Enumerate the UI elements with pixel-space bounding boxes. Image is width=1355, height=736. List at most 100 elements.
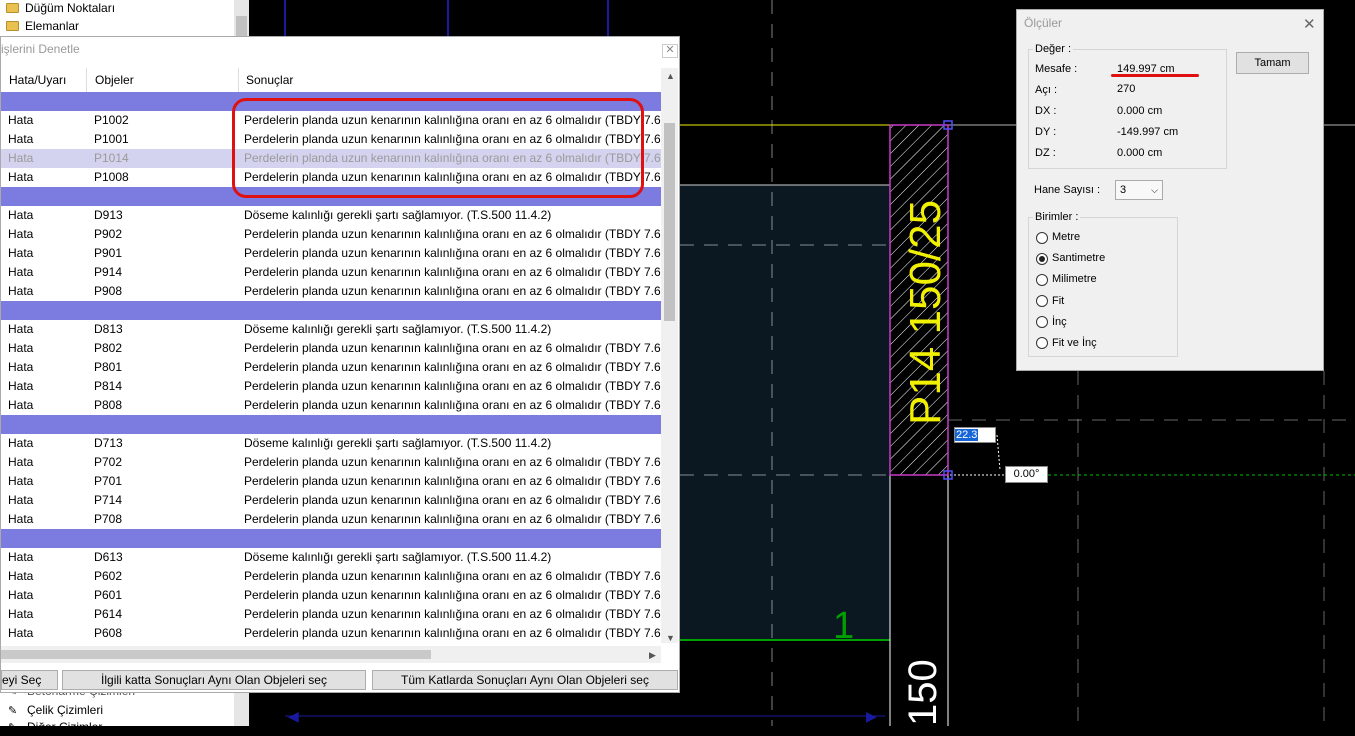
status-cell: Hata — [8, 227, 34, 241]
table-row[interactable]: Hata D913 Döseme kalınlığı gerekli şartı s… — [1, 206, 661, 225]
object-cell: P1008 — [94, 170, 129, 184]
table-row[interactable]: Hata P714 Perdelerin planda uzun kenarının… — [1, 491, 661, 510]
status-cell: Hata — [8, 569, 34, 583]
column-header-objects[interactable]: Objeler — [87, 68, 239, 92]
column-header-results[interactable]: Sonuçlar — [239, 68, 661, 92]
vertical-scroll-thumb[interactable] — [664, 123, 675, 321]
result-cell: Perdelerin planda uzun kenarının kalınlı… — [244, 379, 661, 393]
table-row[interactable]: Hata P702 Perdelerin planda uzun kenarının… — [1, 453, 661, 472]
table-row[interactable]: Hata P601 Perdelerin planda uzun kenarının… — [1, 586, 661, 605]
object-cell: P602 — [94, 569, 123, 583]
unit-label[interactable]: Metre — [1052, 231, 1080, 243]
length-input[interactable]: 22.3 — [954, 427, 996, 443]
result-cell: Perdelerin planda uzun kenarının kalınlı… — [244, 265, 661, 279]
close-icon[interactable]: ✕ — [1303, 15, 1316, 33]
axis-number: 1 — [833, 605, 854, 647]
groupbox-legend: Değer : — [1033, 43, 1074, 55]
table-row[interactable]: Hata P614 Perdelerin planda uzun kenarının… — [1, 605, 661, 624]
unit-radio-feet[interactable] — [1036, 295, 1048, 307]
object-cell: D813 — [94, 322, 123, 336]
unit-radio-metre[interactable] — [1036, 232, 1048, 244]
ok-button[interactable]: Tamam — [1236, 52, 1309, 74]
unit-label[interactable]: Milimetre — [1052, 273, 1097, 285]
table-row[interactable]: Hata P908 Perdelerin planda uzun kenarının… — [1, 282, 661, 301]
result-cell: Döseme kalınlığı gerekli şartı sağlamıyo… — [244, 208, 552, 222]
unit-radio-inch[interactable] — [1036, 316, 1048, 328]
tree-item-other-drawings[interactable]: ✎ Diğer Çizimler — [8, 718, 102, 736]
select-same-floor-button[interactable]: İlgili katta Sonuçları Aynı Olan Objeler… — [62, 670, 366, 690]
table-row[interactable]: Hata D613 Döseme kalınlığı gerekli şartı s… — [1, 548, 661, 567]
result-cell: Perdelerin planda uzun kenarının kalınlı… — [244, 455, 661, 469]
table-row[interactable]: Hata P708 Perdelerin planda uzun kenarının… — [1, 510, 661, 529]
dz-label: DZ : — [1035, 147, 1056, 159]
length-input-value: 22.3 — [955, 429, 979, 441]
status-cell: Hata — [8, 607, 34, 621]
select-object-button[interactable]: eyi Seç — [1, 670, 58, 690]
scroll-up-icon[interactable]: ▲ — [666, 71, 675, 81]
unit-label[interactable]: Santimetre — [1052, 252, 1105, 264]
status-cell: Hata — [8, 379, 34, 393]
result-cell: Perdelerin planda uzun kenarının kalınlı… — [244, 227, 661, 241]
unit-radio-centimetre[interactable] — [1036, 253, 1048, 265]
scroll-right-icon[interactable]: ▶ — [649, 650, 656, 661]
digits-select[interactable]: 3 ⌵ — [1115, 180, 1163, 200]
object-cell: P808 — [94, 398, 123, 412]
tree-scrollbar[interactable] — [234, 690, 249, 726]
object-cell: P814 — [94, 379, 123, 393]
unit-label[interactable]: Fit — [1052, 295, 1064, 307]
object-cell: D713 — [94, 436, 123, 450]
horizontal-scroll-thumb[interactable] — [1, 650, 431, 659]
unit-radio-millimetre[interactable] — [1036, 274, 1048, 286]
object-cell: D613 — [94, 550, 123, 564]
object-cell: D913 — [94, 208, 123, 222]
slab-region — [680, 185, 890, 640]
table-row[interactable]: Hata P801 Perdelerin planda uzun kenarının… — [1, 358, 661, 377]
tree-item-nodes[interactable]: Düğüm Noktaları — [6, 0, 115, 17]
table-row[interactable]: Hata P602 Perdelerin planda uzun kenarının… — [1, 567, 661, 586]
table-row[interactable]: Hata P608 Perdelerin planda uzun kenarının… — [1, 624, 661, 643]
close-icon[interactable]: ✕ — [662, 44, 678, 58]
unit-radio-feet-inch[interactable] — [1036, 337, 1048, 349]
check-results-dialog: işlerini Denetle Hata/Uyarı Objeler Sonu… — [0, 36, 680, 693]
status-cell: Hata — [8, 322, 34, 336]
result-cell: Perdelerin planda uzun kenarının kalınlı… — [244, 360, 661, 374]
tree-item-elements[interactable]: Elemanlar — [6, 17, 79, 35]
status-cell: Hata — [8, 341, 34, 355]
table-row[interactable]: Hata P901 Perdelerin planda uzun kenarının… — [1, 244, 661, 263]
group-separator-row — [1, 415, 661, 434]
tree-item-label: Diğer Çizimler — [27, 720, 103, 734]
tree-item-steel-drawings[interactable]: ✎ Çelik Çizimleri — [8, 701, 103, 719]
object-cell: P901 — [94, 246, 123, 260]
result-cell: Perdelerin planda uzun kenarının kalınlı… — [244, 512, 661, 526]
result-cell: Perdelerin planda uzun kenarının kalınlı… — [244, 493, 661, 507]
table-row[interactable]: Hata P701 Perdelerin planda uzun kenarının… — [1, 472, 661, 491]
table-row[interactable]: Hata P808 Perdelerin planda uzun kenarının… — [1, 396, 661, 415]
table-row[interactable]: Hata P914 Perdelerin planda uzun kenarının… — [1, 263, 661, 282]
result-cell: Perdelerin planda uzun kenarının kalınlı… — [244, 569, 661, 583]
table-row[interactable]: Hata P814 Perdelerin planda uzun kenarının… — [1, 377, 661, 396]
table-row[interactable]: Hata D713 Döseme kalınlığı gerekli şartı s… — [1, 434, 661, 453]
column-header-status[interactable]: Hata/Uyarı — [1, 68, 87, 92]
digits-value: 3 — [1120, 184, 1127, 196]
unit-label[interactable]: Fit ve İnç — [1052, 337, 1097, 349]
scroll-down-icon[interactable]: ▼ — [666, 633, 675, 643]
object-cell: P701 — [94, 474, 123, 488]
wall-label: P14 150/25 — [901, 200, 950, 425]
unit-label[interactable]: İnç — [1052, 316, 1067, 328]
annotation-highlight-box — [232, 98, 644, 198]
tree-scrollbar[interactable] — [234, 0, 249, 36]
dialog-title: Ölçüler — [1024, 16, 1063, 30]
tree-scroll-thumb[interactable] — [236, 16, 247, 36]
table-row[interactable]: Hata P902 Perdelerin planda uzun kenarının… — [1, 225, 661, 244]
table-row[interactable]: Hata D813 Döseme kalınlığı gerekli şartı s… — [1, 320, 661, 339]
status-cell: Hata — [8, 626, 34, 640]
select-all-floors-button[interactable]: Tüm Katlarda Sonuçları Aynı Olan Objeler… — [372, 670, 678, 690]
status-cell: Hata — [8, 474, 34, 488]
status-cell: Hata — [8, 588, 34, 602]
result-cell: Perdelerin planda uzun kenarının kalınlı… — [244, 341, 661, 355]
folder-icon — [6, 21, 19, 31]
angle-input[interactable]: 0.00° — [1005, 466, 1048, 483]
distance-label: Mesafe : — [1035, 63, 1078, 75]
object-cell: P1001 — [94, 132, 129, 146]
table-row[interactable]: Hata P802 Perdelerin planda uzun kenarının… — [1, 339, 661, 358]
